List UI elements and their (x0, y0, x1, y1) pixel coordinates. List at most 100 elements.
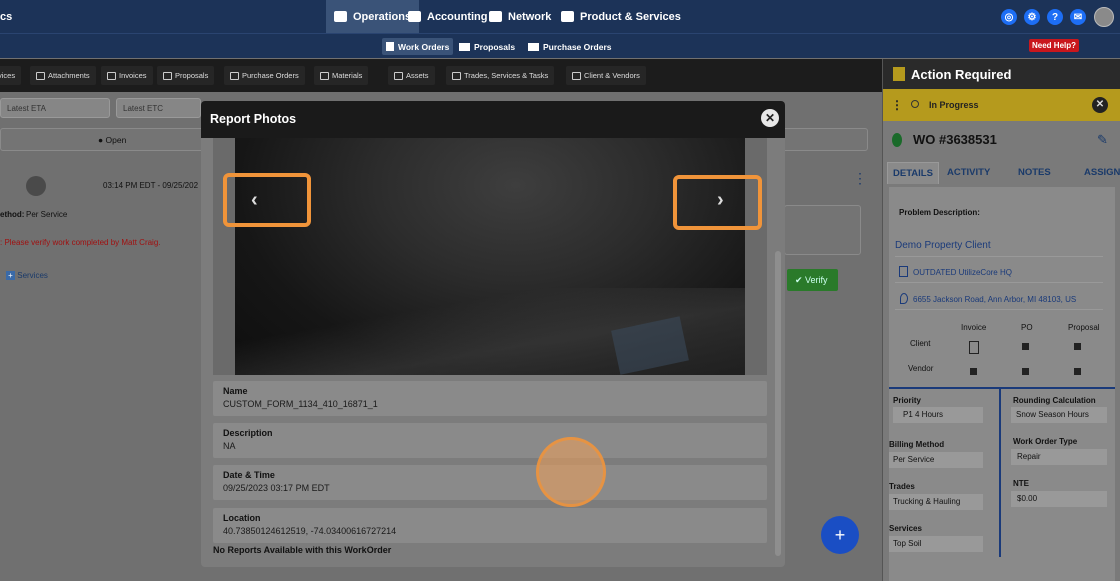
document-icon (893, 67, 905, 81)
work-order-type-label: Work Order Type (1013, 437, 1078, 446)
tab-materials[interactable]: Materials (314, 66, 369, 85)
prev-photo-button[interactable]: ‹ (223, 173, 311, 227)
cart-icon (528, 42, 539, 51)
verify-button[interactable]: ✔ Verify (787, 269, 838, 291)
nte-label: NTE (1013, 479, 1029, 488)
rounding-calculation-label: Rounding Calculation (1013, 396, 1096, 405)
info-description: Description NA (213, 423, 767, 458)
truck-icon (320, 71, 329, 80)
close-icon[interactable]: ✕ (1092, 97, 1108, 113)
next-photo-button[interactable]: › (673, 175, 762, 230)
add-fab-button[interactable]: + (821, 516, 859, 554)
latest-eta-input[interactable]: Latest ETA (0, 98, 110, 118)
tab-details[interactable]: DETAILS (887, 162, 939, 184)
need-help-button[interactable]: Need Help? (1029, 39, 1080, 52)
client-proposal-box[interactable] (1074, 343, 1081, 350)
contact-card-icon (572, 71, 581, 80)
tab-client-vendors[interactable]: Client & Vendors (566, 66, 646, 85)
click-indicator (536, 437, 606, 507)
note-panel-edge (784, 205, 861, 255)
avatar[interactable] (1094, 7, 1114, 27)
paperclip-icon (36, 71, 45, 80)
status-open: ● Open (98, 135, 127, 145)
modal-title: Report Photos (210, 112, 297, 126)
column-divider (999, 387, 1001, 557)
client-po-box[interactable] (1022, 343, 1029, 350)
section-divider (889, 387, 1115, 389)
gear-icon[interactable]: ⚙ (1024, 9, 1040, 25)
chevron-right-icon: › (717, 189, 724, 211)
tab-purchase-orders[interactable]: Purchase Orders (224, 66, 305, 85)
tab-proposals[interactable]: Proposals (157, 66, 215, 85)
tab-activity[interactable]: ACTIVITY (947, 167, 990, 178)
network-icon (489, 11, 502, 22)
edit-icon[interactable]: ✎ (1097, 132, 1108, 148)
modal-header: Report Photos (201, 101, 785, 138)
spinner-icon (911, 100, 919, 108)
invoice-icon (107, 71, 116, 80)
proposals-icon (163, 71, 172, 80)
tab-trades-services-tasks[interactable]: Trades, Services & Tasks (446, 66, 555, 85)
services-label: Services (889, 524, 922, 533)
briefcase-icon (334, 11, 347, 22)
nav-product-services[interactable]: Product & Services (553, 0, 689, 33)
date-time-label: Date & Time (223, 470, 275, 480)
asset-icon (394, 71, 403, 80)
vendor-invoice-box[interactable] (970, 368, 977, 375)
tab-attachments[interactable]: Attachments (30, 66, 96, 85)
description-value: NA (223, 441, 236, 451)
more-options-icon[interactable]: ⋮ (853, 171, 867, 192)
modal-scrollbar[interactable] (775, 251, 781, 556)
lifebuoy-icon[interactable]: ◎ (1001, 9, 1017, 25)
location-label: Location (223, 513, 261, 523)
work-order-type-value: Repair (1011, 449, 1107, 465)
tab-notes[interactable]: NOTES (1018, 167, 1051, 178)
proposals-icon (459, 42, 470, 51)
description-label: Description (223, 428, 273, 438)
subnav-work-orders[interactable]: Work Orders (382, 38, 454, 55)
status-bar: ⋮ In Progress ✕ (883, 89, 1120, 121)
trades-label: Trades (889, 482, 915, 491)
verify-note: : Please verify work completed by Matt C… (0, 238, 161, 247)
nav-network[interactable]: Network (481, 0, 559, 33)
tab-assets[interactable]: Assets (388, 66, 435, 85)
work-order-icon (386, 42, 394, 51)
subnav-purchase-orders[interactable]: Purchase Orders (524, 38, 616, 55)
note-timestamp: 03:14 PM EDT - 09/25/202 (103, 181, 199, 190)
priority-value: P1 4 Hours (893, 407, 983, 423)
date-time-value: 09/25/2023 03:17 PM EDT (223, 483, 330, 493)
client-link[interactable]: Demo Property Client (895, 235, 1103, 257)
toolbox-icon (452, 71, 461, 80)
action-required-header: Action Required (883, 59, 1120, 89)
map-pin-icon (900, 293, 908, 304)
kebab-icon[interactable]: ⋮ (891, 98, 903, 112)
tab-invoices[interactable]: Invoices (101, 66, 153, 85)
tab-services[interactable]: vices (0, 66, 22, 85)
location-link[interactable]: OUTDATED UtilizeCore HQ (895, 263, 1103, 283)
building-icon (899, 266, 908, 277)
grid-header-invoice: Invoice (961, 323, 987, 332)
product-icon (561, 11, 574, 22)
work-order-number: WO #3638531 (913, 132, 997, 147)
tab-assignee[interactable]: ASSIGNEE (1084, 167, 1120, 178)
subnav-proposals[interactable]: Proposals (455, 38, 519, 55)
photo-carousel: ‹ › (213, 138, 767, 375)
location-value: 40.73850124612519, -74.03400616727214 (223, 526, 397, 536)
chat-icon[interactable]: ✉ (1070, 9, 1086, 25)
services-link[interactable]: + Services (6, 271, 48, 280)
info-name: Name CUSTOM_FORM_1134_410_16871_1 (213, 381, 767, 416)
user-avatar (26, 176, 46, 196)
address-link[interactable]: 6655 Jackson Road, Ann Arbor, MI 48103, … (895, 290, 1103, 310)
close-icon[interactable]: ✕ (761, 109, 779, 127)
nte-value: $0.00 (1011, 491, 1107, 507)
help-icon[interactable]: ? (1047, 9, 1063, 25)
report-photo (235, 138, 745, 375)
name-value: CUSTOM_FORM_1134_410_16871_1 (223, 399, 378, 409)
vendor-po-box[interactable] (1022, 368, 1029, 375)
invoice-doc-icon[interactable] (969, 341, 979, 354)
problem-description-label: Problem Description: (899, 208, 980, 217)
priority-label: Priority (893, 396, 922, 405)
latest-etc-input[interactable]: Latest ETC (116, 98, 201, 118)
app-name-fragment: cs (0, 11, 13, 23)
vendor-proposal-box[interactable] (1074, 368, 1081, 375)
